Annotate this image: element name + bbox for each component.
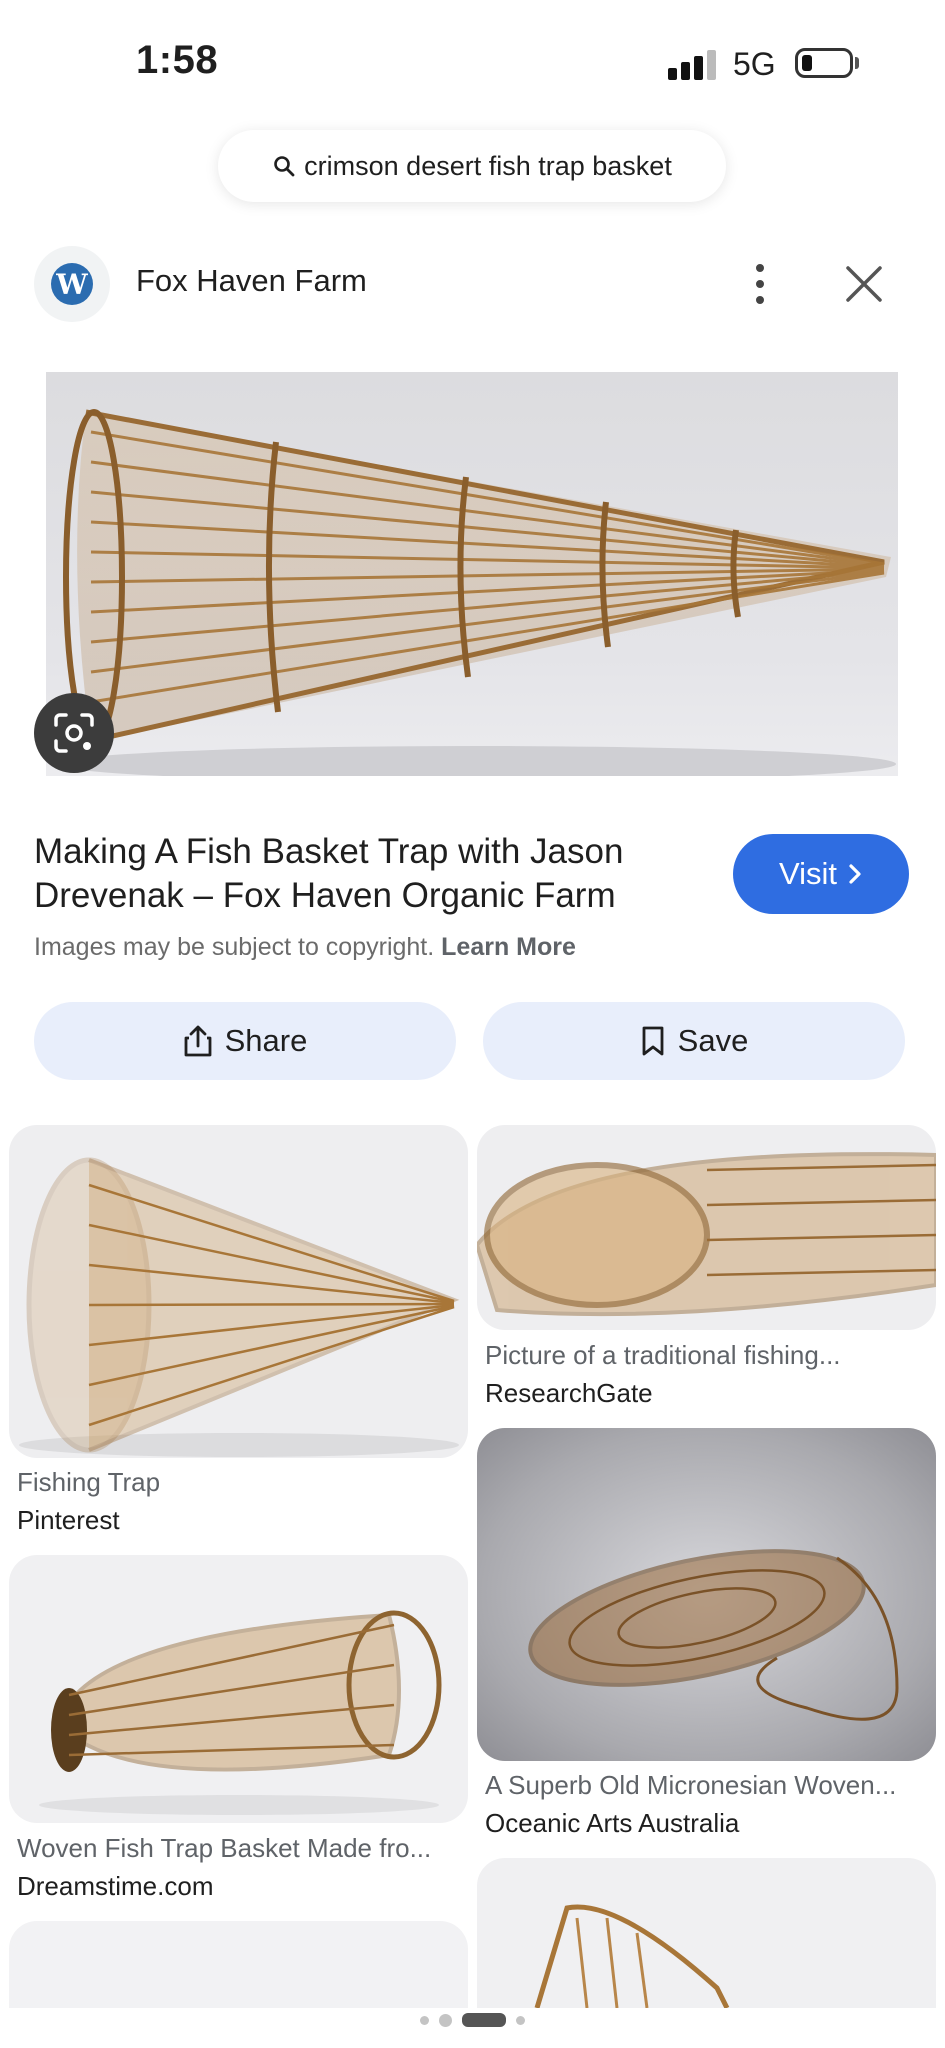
related-title-3[interactable]: Woven Fish Trap Basket Made fro... — [17, 1833, 431, 1864]
save-label: Save — [677, 1023, 749, 1058]
lens-search-button[interactable] — [34, 693, 114, 773]
more-options-icon[interactable] — [740, 258, 780, 310]
search-icon — [274, 156, 295, 177]
save-button[interactable]: Save — [483, 1002, 905, 1080]
share-label: Share — [224, 1023, 308, 1058]
share-icon — [184, 1025, 212, 1057]
related-source-4[interactable]: Oceanic Arts Australia — [485, 1808, 739, 1839]
battery-tip — [855, 57, 859, 69]
status-time: 1:58 — [136, 38, 219, 82]
signal-icon — [668, 50, 718, 80]
visit-button[interactable]: Visit — [733, 834, 909, 914]
related-title-1[interactable]: Fishing Trap — [17, 1467, 160, 1498]
related-source-2[interactable]: ResearchGate — [485, 1378, 653, 1409]
related-source-1[interactable]: Pinterest — [17, 1505, 120, 1536]
search-query-pill[interactable]: crimson desert fish trap basket — [218, 130, 726, 202]
site-name[interactable]: Fox Haven Farm — [136, 263, 367, 299]
related-image-3[interactable] — [9, 1555, 468, 1823]
wordpress-icon: W — [51, 263, 93, 305]
related-source-3[interactable]: Dreamstime.com — [17, 1871, 213, 1902]
close-icon[interactable] — [838, 258, 890, 310]
battery-icon — [795, 48, 853, 78]
result-title[interactable]: Making A Fish Basket Trap with Jason Dre… — [34, 830, 714, 918]
related-image-4[interactable] — [477, 1428, 936, 1761]
related-image-2[interactable] — [477, 1125, 936, 1330]
lens-icon — [54, 713, 94, 753]
copyright-notice: Images may be subject to copyright. Lear… — [34, 933, 576, 962]
related-image-1[interactable] — [9, 1125, 468, 1458]
related-title-2[interactable]: Picture of a traditional fishing... — [485, 1340, 841, 1371]
learn-more-link[interactable]: Learn More — [441, 933, 576, 961]
search-query-text: crimson desert fish trap basket — [304, 150, 672, 181]
related-image-6[interactable] — [477, 1858, 936, 2008]
page-indicator — [0, 2008, 945, 2032]
related-title-4[interactable]: A Superb Old Micronesian Woven... — [485, 1770, 896, 1801]
share-button[interactable]: Share — [34, 1002, 456, 1080]
network-type: 5G — [733, 46, 776, 82]
copyright-text: Images may be subject to copyright. — [34, 933, 435, 961]
chevron-right-icon — [849, 864, 861, 884]
main-result-image[interactable] — [46, 372, 898, 776]
visit-label: Visit — [778, 856, 837, 891]
bookmark-icon — [642, 1026, 664, 1056]
related-image-5[interactable] — [9, 1921, 468, 2008]
site-logo[interactable]: W — [34, 246, 110, 322]
